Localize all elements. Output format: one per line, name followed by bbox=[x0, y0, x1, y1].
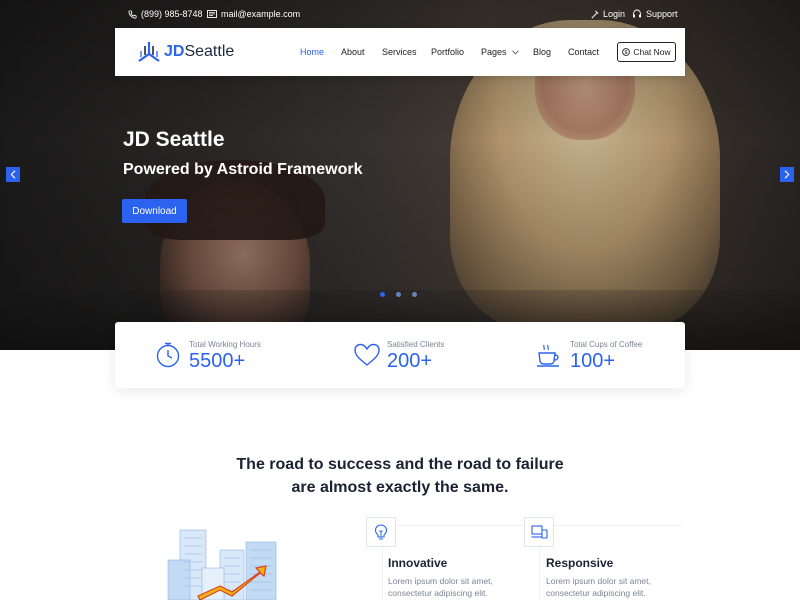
headset-icon bbox=[633, 9, 641, 18]
heart-icon bbox=[354, 343, 380, 366]
chat-now-button[interactable]: Chat Now bbox=[617, 42, 676, 62]
nav-item-contact[interactable]: Contact bbox=[568, 47, 599, 57]
nav-item-about[interactable]: About bbox=[341, 47, 365, 57]
page: (899) 985-8748 mail@example.com Login Su… bbox=[0, 0, 800, 600]
nav-item-home[interactable]: Home bbox=[300, 47, 324, 57]
stat-label: Total Working Hours bbox=[189, 340, 261, 349]
skype-icon bbox=[622, 48, 631, 56]
email-link[interactable]: mail@example.com bbox=[207, 9, 300, 19]
section-heading-line-1: The road to success and the road to fail… bbox=[236, 456, 564, 473]
clock-icon bbox=[156, 342, 180, 368]
nav-item-portfolio[interactable]: Portfolio bbox=[431, 47, 464, 57]
section-heading: The road to success and the road to fail… bbox=[160, 453, 640, 499]
feature-description: Lorem ipsum dolor sit amet, consectetur … bbox=[388, 576, 493, 598]
hero-slider: (899) 985-8748 mail@example.com Login Su… bbox=[0, 0, 800, 350]
feature-title: Responsive bbox=[546, 556, 614, 570]
support-label: Support bbox=[646, 9, 678, 19]
email-address: mail@example.com bbox=[221, 9, 301, 19]
slider-dot-2[interactable] bbox=[396, 292, 401, 297]
login-label: Login bbox=[603, 9, 626, 19]
feature-title: Innovative bbox=[388, 556, 448, 570]
slider-dot-1[interactable] bbox=[380, 292, 385, 297]
nav-item-blog[interactable]: Blog bbox=[533, 47, 551, 57]
nav-item-services[interactable]: Services bbox=[382, 47, 417, 57]
main-navbar: JDSeattle Home About Services Portfolio … bbox=[115, 28, 685, 76]
stat-value: 200+ bbox=[387, 350, 433, 372]
chevron-right-icon bbox=[784, 170, 790, 179]
mail-icon bbox=[207, 10, 217, 18]
nav-item-pages-label: Pages bbox=[481, 47, 507, 57]
stats-card: Total Working Hours 5500+ Satisfied Clie… bbox=[115, 322, 685, 388]
stat-value: 100+ bbox=[570, 350, 616, 372]
stat-value: 5500+ bbox=[189, 350, 246, 372]
logo-prefix: JD bbox=[164, 43, 185, 60]
slider-dot-3[interactable] bbox=[412, 292, 417, 297]
stat-satisfied-clients: Satisfied Clients 200+ bbox=[353, 322, 523, 388]
support-link[interactable]: Support bbox=[632, 9, 678, 19]
stat-label: Total Cups of Coffee bbox=[570, 340, 643, 349]
phone-number: (899) 985-8748 bbox=[141, 9, 203, 19]
chevron-down-icon bbox=[511, 49, 519, 54]
slider-pagination bbox=[380, 292, 417, 297]
phone-icon bbox=[128, 9, 137, 19]
login-icon bbox=[591, 10, 599, 18]
download-button[interactable]: Download bbox=[122, 199, 187, 223]
site-logo[interactable]: JDSeattle bbox=[137, 40, 234, 64]
login-link[interactable]: Login bbox=[590, 9, 625, 19]
hero-title: JD Seattle bbox=[123, 128, 225, 151]
top-bar: (899) 985-8748 mail@example.com Login Su… bbox=[128, 9, 678, 23]
stat-working-hours: Total Working Hours 5500+ bbox=[155, 322, 325, 388]
slider-next-button[interactable] bbox=[780, 167, 794, 182]
logo-suffix: Seattle bbox=[184, 43, 235, 60]
buildings-illustration bbox=[167, 529, 277, 600]
chevron-left-icon bbox=[10, 170, 16, 179]
nav-item-pages[interactable]: Pages bbox=[481, 47, 519, 57]
feature-icon-box bbox=[366, 517, 396, 547]
lightbulb-icon bbox=[374, 524, 388, 540]
slider-prev-button[interactable] bbox=[6, 167, 20, 182]
logo-icon bbox=[138, 42, 160, 62]
coffee-cup-icon bbox=[537, 344, 559, 367]
hero-subtitle: Powered by Astroid Framework bbox=[123, 161, 363, 178]
phone-link[interactable]: (899) 985-8748 bbox=[128, 9, 203, 19]
devices-icon bbox=[530, 525, 548, 539]
feature-icon-box bbox=[524, 517, 554, 547]
stat-cups-coffee: Total Cups of Coffee 100+ bbox=[535, 322, 685, 388]
feature-description: Lorem ipsum dolor sit amet, consectetur … bbox=[546, 576, 651, 598]
logo-text: JDSeattle bbox=[164, 43, 234, 61]
chat-now-label: Chat Now bbox=[633, 47, 671, 57]
stat-label: Satisfied Clients bbox=[387, 340, 445, 349]
section-heading-line-2: are almost exactly the same. bbox=[291, 479, 509, 496]
